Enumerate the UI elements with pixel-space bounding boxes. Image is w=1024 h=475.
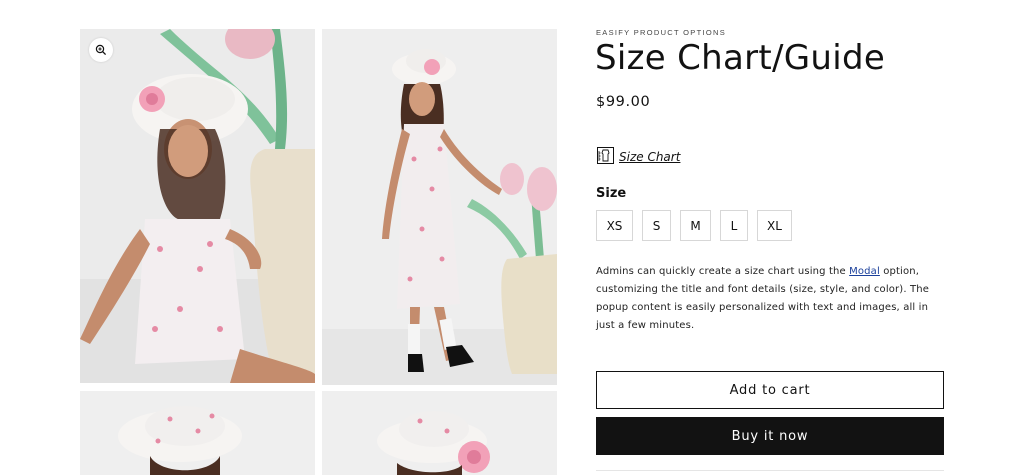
buy-now-button[interactable]: Buy it now	[596, 417, 944, 455]
product-price: $99.00	[596, 94, 651, 110]
size-option-l[interactable]: L	[720, 210, 748, 241]
size-option-xs[interactable]: XS	[596, 210, 633, 241]
zoom-icon[interactable]	[89, 38, 113, 62]
product-image-4[interactable]	[322, 391, 557, 475]
modal-link[interactable]: Modal	[849, 266, 880, 277]
add-to-cart-button[interactable]: Add to cart	[596, 371, 944, 409]
size-selector: XS S M L XL	[596, 210, 792, 241]
size-chart-link[interactable]: Size Chart	[596, 146, 680, 168]
size-option-label: Size	[596, 186, 627, 201]
product-description: Admins can quickly create a size chart u…	[596, 263, 942, 335]
divider	[596, 470, 944, 471]
size-option-s[interactable]: S	[642, 210, 671, 241]
product-image-3[interactable]	[80, 391, 315, 475]
size-option-m[interactable]: M	[680, 210, 711, 241]
product-image-2[interactable]	[322, 29, 557, 385]
product-vendor: EASIFY PRODUCT OPTIONS	[596, 28, 727, 37]
size-chart-icon	[596, 146, 615, 168]
product-image-1[interactable]	[80, 29, 315, 383]
size-chart-label: Size Chart	[619, 150, 681, 164]
product-title: Size Chart/Guide	[595, 38, 886, 78]
description-text-1: Admins can quickly create a size chart u…	[596, 266, 850, 277]
size-option-xl[interactable]: XL	[757, 210, 792, 241]
